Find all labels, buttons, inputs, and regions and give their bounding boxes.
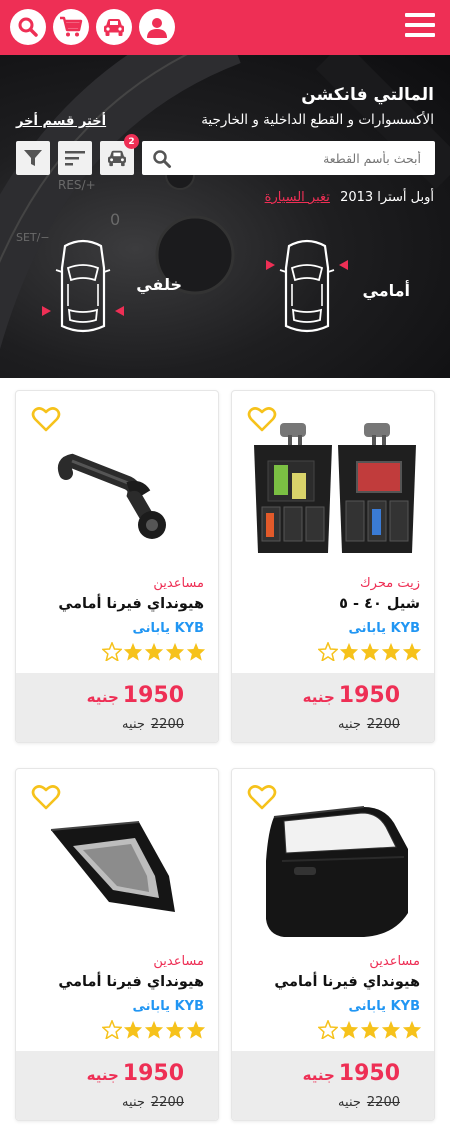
star-filled-icon — [339, 642, 359, 661]
product-rating — [102, 1020, 206, 1039]
change-car-link[interactable]: تغير السيارة — [265, 190, 330, 205]
star-filled-icon — [165, 642, 185, 661]
star-empty-icon — [102, 1020, 122, 1039]
menu-button[interactable] — [405, 13, 435, 41]
svg-text:0: 0 — [110, 210, 120, 229]
product-card[interactable]: مساعدين هيونداي فيرنا أمامي KYB يابانى 1… — [15, 768, 219, 1121]
svg-text:RES/+: RES/+ — [58, 178, 96, 192]
price-section: 1950جنيه 2200جنيه — [232, 1051, 434, 1120]
user-icon — [147, 18, 167, 38]
product-image[interactable] — [242, 791, 426, 951]
product-name[interactable]: شيل ٤٠ - ٥ — [339, 596, 420, 612]
rear-label: خلفي — [136, 275, 182, 294]
filter-icon — [24, 150, 42, 166]
star-filled-icon — [381, 642, 401, 661]
selected-car: أوبل أسترا 2013 تغير السيارة — [265, 190, 434, 205]
door-handle-image — [50, 821, 175, 912]
filter-button[interactable] — [16, 141, 50, 175]
rear-right-arrow-icon — [115, 306, 124, 316]
product-card[interactable]: زيت محرك شيل ٤٠ - ٥ KYB يابانى 1950جنيه … — [231, 390, 435, 743]
product-rating — [318, 1020, 422, 1039]
search-icon — [18, 17, 38, 37]
front-label: أمامي — [362, 281, 411, 300]
sort-icon — [65, 151, 85, 166]
product-category: مساعدين — [153, 954, 204, 969]
price-section: 1950جنيه 2200جنيه — [16, 1051, 218, 1120]
cart-icon — [60, 16, 83, 37]
search-input[interactable] — [182, 141, 427, 175]
cart-button[interactable] — [53, 9, 89, 45]
hero-section: RES/+ 0 SET/− المالتي فانكشن الأكسسوارات… — [0, 55, 450, 378]
rear-car-diagram[interactable] — [38, 238, 128, 338]
product-card[interactable]: مساعدين هيونداي فيرنا أمامي KYB يابانى 1… — [231, 768, 435, 1121]
garage-button[interactable]: 2 — [100, 134, 139, 175]
star-filled-icon — [402, 1020, 422, 1039]
product-image[interactable] — [26, 791, 210, 951]
product-name[interactable]: هيونداي فيرنا أمامي — [58, 596, 204, 612]
product-category: مساعدين — [369, 954, 420, 969]
star-filled-icon — [402, 642, 422, 661]
search-button[interactable] — [10, 9, 46, 45]
garage-count-badge: 2 — [124, 134, 139, 149]
product-name[interactable]: هيونداي فيرنا أمامي — [274, 974, 420, 990]
product-card[interactable]: مساعدين هيونداي فيرنا أمامي KYB يابانى 1… — [15, 390, 219, 743]
star-empty-icon — [318, 1020, 338, 1039]
account-button[interactable] — [139, 9, 175, 45]
window-crank-image — [57, 453, 166, 539]
product-brand: KYB يابانى — [132, 999, 205, 1014]
page-title: المالتي فانكشن — [301, 85, 434, 105]
product-brand: KYB يابانى — [348, 999, 421, 1014]
star-empty-icon — [318, 642, 338, 661]
current-price: 1950جنيه — [302, 1061, 400, 1086]
star-filled-icon — [360, 1020, 380, 1039]
page-subtitle: الأكسسوارات و القطع الداخلية و الخارجية — [201, 112, 434, 128]
menu-icon — [405, 13, 435, 37]
star-filled-icon — [381, 1020, 401, 1039]
star-filled-icon — [144, 1020, 164, 1039]
old-price: 2200جنيه — [122, 717, 184, 732]
search-bar — [142, 141, 435, 175]
star-filled-icon — [123, 642, 143, 661]
search-icon[interactable] — [152, 149, 172, 169]
star-empty-icon — [102, 642, 122, 661]
price-section: 1950جنيه 2200جنيه — [16, 673, 218, 742]
product-brand: KYB يابانى — [132, 621, 205, 636]
star-filled-icon — [123, 1020, 143, 1039]
old-price: 2200جنيه — [338, 1095, 400, 1110]
rear-left-arrow-icon — [42, 306, 51, 316]
car-door-image — [266, 806, 408, 937]
car-icon — [108, 150, 126, 167]
front-right-arrow-icon — [339, 260, 348, 270]
sort-button[interactable] — [58, 141, 92, 175]
current-price: 1950جنيه — [86, 683, 184, 708]
product-image[interactable] — [26, 413, 210, 573]
car-icon — [104, 19, 124, 36]
star-filled-icon — [144, 642, 164, 661]
product-name[interactable]: هيونداي فيرنا أمامي — [58, 974, 204, 990]
seat-organizer-image — [254, 423, 416, 553]
product-category: مساعدين — [153, 576, 204, 591]
product-rating — [318, 642, 422, 661]
star-filled-icon — [186, 642, 206, 661]
old-price: 2200جنيه — [338, 717, 400, 732]
product-image[interactable] — [242, 413, 426, 573]
star-filled-icon — [165, 1020, 185, 1039]
star-filled-icon — [360, 642, 380, 661]
star-filled-icon — [186, 1020, 206, 1039]
front-left-arrow-icon — [266, 260, 275, 270]
old-price: 2200جنيه — [122, 1095, 184, 1110]
car-model: أوبل أسترا 2013 — [340, 190, 434, 205]
front-car-diagram[interactable] — [262, 238, 352, 338]
current-price: 1950جنيه — [302, 683, 400, 708]
product-brand: KYB يابانى — [348, 621, 421, 636]
current-price: 1950جنيه — [86, 1061, 184, 1086]
top-bar — [0, 0, 450, 55]
product-rating — [102, 642, 206, 661]
product-category: زيت محرك — [359, 576, 420, 591]
star-filled-icon — [339, 1020, 359, 1039]
my-car-button[interactable] — [96, 9, 132, 45]
choose-section-link[interactable]: أختر قسم أخر — [16, 114, 106, 129]
price-section: 1950جنيه 2200جنيه — [232, 673, 434, 742]
